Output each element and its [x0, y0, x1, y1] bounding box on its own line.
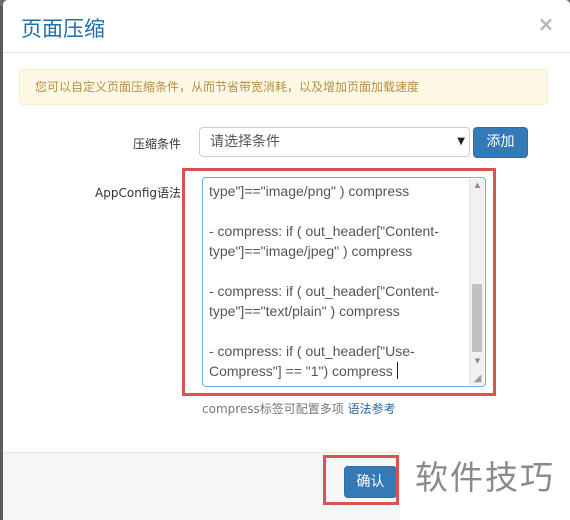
info-alert: 您可以自定义页面压缩条件，从而节省带宽消耗，以及增加页面加载速度	[19, 69, 548, 105]
modal-header: 页面压缩 ×	[3, 0, 570, 53]
help-text-label: compress标签可配置多项	[202, 402, 344, 416]
close-icon: ×	[537, 12, 555, 36]
watermark-text: 软件技巧	[400, 436, 570, 520]
confirm-highlight	[323, 455, 399, 505]
modal-title: 页面压缩	[21, 17, 105, 41]
add-button[interactable]: 添加	[473, 127, 528, 158]
close-button[interactable]: ×	[537, 13, 555, 35]
condition-select[interactable]: 请选择条件 ▼	[199, 127, 470, 157]
textarea-highlight	[182, 168, 496, 396]
chevron-down-icon: ▼	[457, 136, 465, 147]
condition-label: 压缩条件	[132, 137, 181, 151]
condition-select-value: 请选择条件	[210, 134, 280, 150]
appconfig-label: AppConfig语法	[95, 186, 181, 200]
syntax-reference-link[interactable]: 语法参考	[348, 402, 396, 416]
help-text: compress标签可配置多项 语法参考	[202, 400, 396, 417]
